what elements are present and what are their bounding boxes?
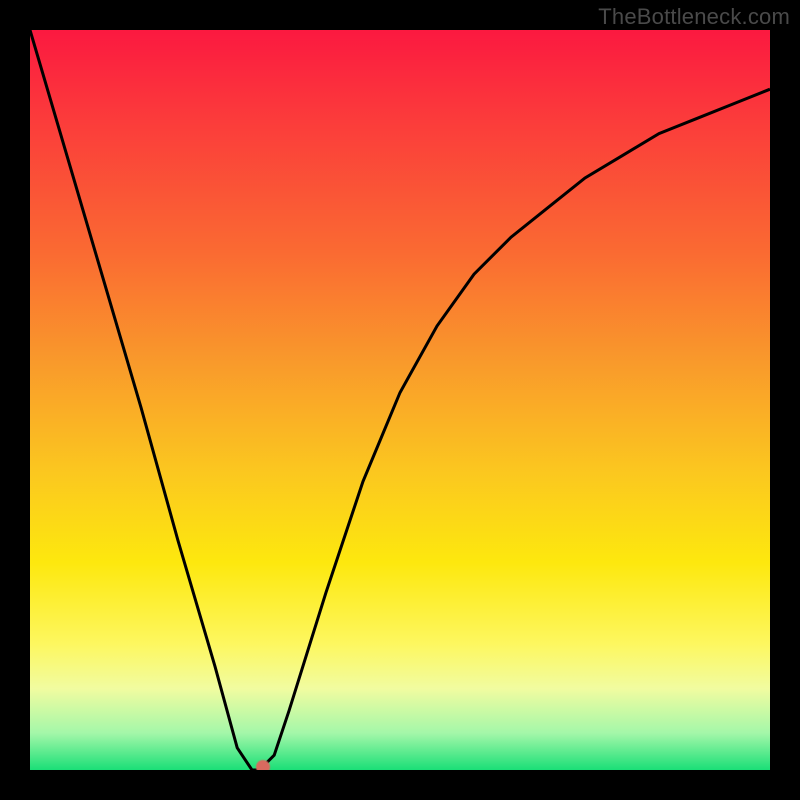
curve-path xyxy=(30,30,770,770)
bottleneck-curve xyxy=(30,30,770,770)
optimum-marker-dot xyxy=(256,760,270,770)
plot-area xyxy=(30,30,770,770)
watermark-text: TheBottleneck.com xyxy=(598,4,790,30)
chart-frame: TheBottleneck.com xyxy=(0,0,800,800)
